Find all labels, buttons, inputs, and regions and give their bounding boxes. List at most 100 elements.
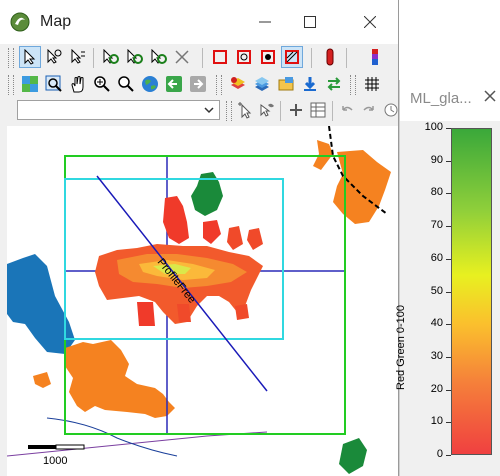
- layers-stack-icon: [255, 77, 269, 91]
- toolbar-grip[interactable]: [8, 48, 14, 68]
- globe-button[interactable]: [139, 73, 161, 95]
- legend-tick-label: 0: [436, 448, 443, 460]
- undo-icon: [342, 106, 353, 111]
- draw-rectangle-button[interactable]: [209, 46, 231, 68]
- gear-tool-button[interactable]: [257, 46, 279, 68]
- delete-button[interactable]: [171, 46, 193, 68]
- add-button[interactable]: [285, 99, 307, 121]
- forest-patch-bottom: [339, 438, 367, 474]
- legend-tick-label: 10: [430, 415, 443, 428]
- zoom-in-button[interactable]: [91, 73, 113, 95]
- rect-red-icon: [213, 50, 227, 64]
- title-bar: Map: [0, 0, 398, 44]
- map-canvas[interactable]: ProfileFree: [7, 126, 398, 476]
- layers-button[interactable]: [251, 73, 273, 95]
- legend-caption: Red Green 0-100: [395, 305, 407, 390]
- close-icon[interactable]: [482, 88, 498, 104]
- rotate-node-icon: [127, 49, 143, 64]
- rect-zoom-button[interactable]: [233, 46, 255, 68]
- color-ramp: [451, 128, 492, 455]
- zoom-icon: [118, 76, 134, 92]
- hatch-rect-button[interactable]: [281, 46, 303, 68]
- legend-tick-label: 30: [430, 349, 443, 362]
- table-button[interactable]: [307, 99, 329, 121]
- download-button[interactable]: [299, 73, 321, 95]
- maximize-button[interactable]: [288, 8, 332, 36]
- rotate-button[interactable]: [99, 46, 121, 68]
- app-logo-icon: [10, 12, 30, 32]
- legend-tick-mark: [446, 291, 451, 293]
- select-arrow-icon: [24, 49, 36, 65]
- cursor-plus-icon: [238, 102, 252, 119]
- toolbar-grip[interactable]: [226, 101, 232, 121]
- minimize-button[interactable]: [243, 8, 287, 36]
- select-point-icon: [71, 49, 85, 64]
- redo-button[interactable]: [358, 99, 380, 121]
- maximize-icon: [304, 16, 316, 28]
- add-layer-button[interactable]: [227, 73, 249, 95]
- layer-grid-button[interactable]: [19, 73, 41, 95]
- legend-tick-mark: [446, 324, 451, 326]
- legend-tick-mark: [446, 422, 451, 424]
- cursor-plus-button[interactable]: [234, 99, 256, 121]
- legend-tick-label: 60: [430, 251, 443, 264]
- pencil-color-button[interactable]: [364, 46, 386, 68]
- close-icon: [364, 16, 376, 28]
- clock-icon: [384, 103, 398, 117]
- download-icon: [304, 77, 316, 91]
- legend-tick-mark: [446, 389, 451, 391]
- grid-button[interactable]: [361, 73, 383, 95]
- pan-hand-icon: [71, 76, 84, 93]
- zoom-button[interactable]: [115, 73, 137, 95]
- rotate-node-button[interactable]: [123, 46, 145, 68]
- zoom-layer-button[interactable]: [43, 73, 65, 95]
- pencil-red-icon: [326, 48, 334, 66]
- layers-add-icon: [231, 77, 245, 89]
- toolbar-grip[interactable]: [8, 75, 14, 95]
- close-button[interactable]: [348, 8, 392, 36]
- legend-tick-label: 100: [424, 121, 443, 133]
- globe-icon: [142, 76, 158, 92]
- toolbar-separator: [93, 48, 94, 68]
- cursor-wave-button[interactable]: [256, 99, 278, 121]
- swap-icon: [327, 77, 341, 91]
- cursor-wave-icon: [260, 103, 274, 117]
- folder-layer-icon: [278, 77, 294, 91]
- toolbar-separator: [280, 101, 281, 121]
- rotate-point-button[interactable]: [147, 46, 169, 68]
- window-title: Map: [40, 13, 72, 30]
- toolbar-separator: [202, 48, 203, 68]
- forward-arrow-icon: [190, 76, 206, 92]
- toolbar-separator: [332, 101, 333, 121]
- zoom-in-icon: [94, 76, 110, 92]
- hatch-rect-icon: [285, 50, 299, 64]
- layer-grid-icon: [22, 76, 38, 92]
- toolbar-row-1: [6, 46, 396, 70]
- forward-button[interactable]: [187, 73, 209, 95]
- toolbar-grip[interactable]: [216, 75, 222, 95]
- back-arrow-icon: [166, 76, 182, 92]
- legend-tick-mark: [446, 455, 451, 456]
- layer-select[interactable]: [17, 100, 220, 120]
- legend-panel-title: ML_gla...: [410, 90, 472, 107]
- folder-layer-button[interactable]: [275, 73, 297, 95]
- legend-tick-mark: [446, 160, 451, 162]
- select-tool-button[interactable]: [19, 46, 41, 68]
- undo-button[interactable]: [336, 99, 358, 121]
- legend-tick-mark: [446, 356, 451, 358]
- select-node-button[interactable]: [43, 46, 65, 68]
- toolbar-grip[interactable]: [350, 75, 356, 95]
- toolbar-separator: [311, 48, 312, 68]
- back-button[interactable]: [163, 73, 185, 95]
- table-icon: [310, 102, 326, 118]
- pan-button[interactable]: [67, 73, 89, 95]
- swap-button[interactable]: [323, 73, 345, 95]
- pencil-red-button[interactable]: [319, 46, 341, 68]
- toolbar-separator: [346, 48, 347, 68]
- select-point-button[interactable]: [67, 46, 89, 68]
- legend-tick-mark: [446, 128, 451, 129]
- redo-icon: [363, 106, 374, 111]
- legend-tick-mark: [446, 258, 451, 260]
- legend-tick-mark: [446, 226, 451, 228]
- chevron-down-icon: [204, 107, 214, 114]
